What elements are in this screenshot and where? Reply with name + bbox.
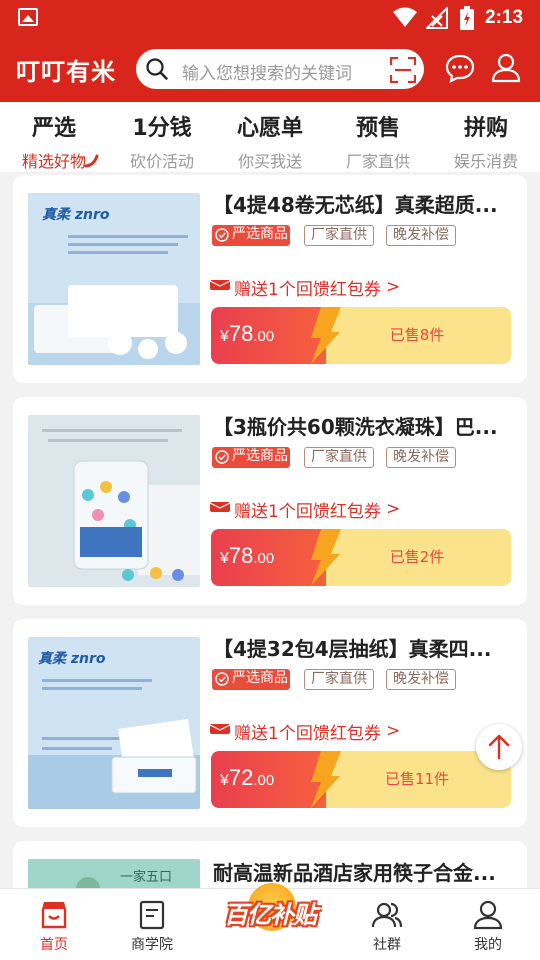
- product-image: 真柔 znro: [28, 193, 200, 365]
- svg-text:真柔 znro: 真柔 znro: [42, 206, 110, 223]
- tab-title: 1分钱: [132, 116, 192, 141]
- tab-presale[interactable]: 预售 厂家直供: [324, 102, 432, 172]
- red-packet-icon: [210, 280, 230, 290]
- price: ¥72.00: [220, 765, 275, 790]
- nav-community[interactable]: 社群: [333, 889, 441, 960]
- price: ¥78.00: [220, 321, 275, 346]
- message-icon[interactable]: [444, 52, 476, 84]
- tab-subtitle: 娱乐消费: [453, 152, 518, 171]
- buy-button[interactable]: ¥78.00 已售2件: [211, 529, 511, 586]
- product-card[interactable]: 真柔 znro 【4提48卷无芯纸】真柔超质... 严选商品 厂家直供 晚发补偿…: [13, 175, 527, 383]
- nav-academy[interactable]: 商学院: [98, 889, 206, 960]
- red-packet-icon: [210, 502, 230, 512]
- picture-icon: [18, 8, 38, 26]
- app-logo: 叮叮有米: [16, 58, 116, 86]
- lightning-icon: [311, 529, 341, 586]
- chevron-right-icon: >: [386, 499, 401, 519]
- nav-subsidy[interactable]: 百亿补贴: [216, 881, 324, 953]
- check-icon: [215, 450, 229, 464]
- bottom-nav: 首页 商学院 百亿补贴 社群 我的: [0, 883, 540, 960]
- status-bar: 2:13: [0, 0, 540, 36]
- category-tabs: 严选 精选好物 1分钱 砍价活动 心愿单 你买我送 预售 厂家直供 拼购 娱乐消…: [0, 102, 540, 172]
- search-input[interactable]: 输入您想搜索的关键词: [182, 59, 374, 84]
- arrow-up-icon: [488, 734, 510, 760]
- signal-icon: [426, 7, 448, 29]
- tab-title: 严选: [31, 116, 76, 141]
- check-icon: [215, 672, 229, 686]
- svg-text:真柔 znro: 真柔 znro: [38, 650, 106, 667]
- back-to-top-button[interactable]: [476, 724, 522, 770]
- tab-subtitle: 厂家直供: [345, 152, 410, 171]
- sold-count: 已售8件: [389, 326, 445, 344]
- buy-button[interactable]: ¥78.00 已售8件: [211, 307, 511, 364]
- tag-factory: 厂家直供: [304, 669, 374, 690]
- tab-subtitle: 砍价活动: [129, 152, 194, 171]
- tab-yanxuan[interactable]: 严选 精选好物: [0, 102, 108, 172]
- svg-text:一家五口: 一家五口: [120, 869, 172, 885]
- tag-late: 晚发补偿: [386, 447, 456, 468]
- user-icon[interactable]: [490, 52, 522, 84]
- person-icon: [473, 900, 503, 930]
- chevron-right-icon: >: [386, 277, 401, 297]
- tag-strict: 严选商品: [212, 669, 290, 690]
- product-image: 真柔 znro: [28, 637, 200, 809]
- book-icon: [139, 900, 165, 930]
- product-title[interactable]: 【4提48卷无芯纸】真柔超质...: [213, 189, 509, 218]
- chevron-right-icon: >: [386, 721, 401, 741]
- tab-bargain[interactable]: 1分钱 砍价活动: [108, 102, 216, 172]
- tag-factory: 厂家直供: [304, 225, 374, 246]
- tab-subtitle: 你买我送: [237, 152, 302, 171]
- scan-icon[interactable]: [390, 57, 416, 83]
- product-image: [28, 415, 200, 587]
- clock: 2:13: [485, 7, 524, 28]
- tag-late: 晚发补偿: [386, 669, 456, 690]
- nav-home[interactable]: 首页: [0, 889, 108, 960]
- buy-button[interactable]: ¥72.00 已售11件: [211, 751, 511, 808]
- shop-icon: [41, 902, 67, 929]
- tab-wishlist[interactable]: 心愿单 你买我送: [216, 102, 324, 172]
- price: ¥78.00: [220, 543, 275, 568]
- tag-factory: 厂家直供: [304, 447, 374, 468]
- app-header: 叮叮有米 输入您想搜索的关键词: [0, 36, 540, 102]
- product-card[interactable]: 【3瓶价共60颗洗衣凝珠】巴... 严选商品 厂家直供 晚发补偿 赠送1个回馈红…: [13, 397, 527, 605]
- tag-strict: 严选商品: [212, 225, 290, 246]
- sold-count: 已售2件: [389, 548, 445, 566]
- tag-strict: 严选商品: [212, 447, 290, 468]
- product-title[interactable]: 【3瓶价共60颗洗衣凝珠】巴...: [213, 411, 509, 440]
- lightning-icon: [311, 751, 341, 808]
- product-title[interactable]: 【4提32包4层抽纸】真柔四...: [213, 633, 509, 662]
- search-bar[interactable]: 输入您想搜索的关键词: [136, 49, 424, 89]
- tag-late: 晚发补偿: [386, 225, 456, 246]
- red-packet-icon: [210, 724, 230, 734]
- battery-icon: [460, 6, 474, 30]
- people-icon: [371, 902, 403, 928]
- product-card[interactable]: 真柔 znro 【4提32包4层抽纸】真柔四... 严选商品 厂家直供 晚发补偿…: [13, 619, 527, 827]
- nav-mine[interactable]: 我的: [434, 889, 540, 960]
- tab-title: 预售: [355, 116, 400, 141]
- wifi-icon: [393, 7, 417, 27]
- search-icon: [146, 58, 168, 80]
- lightning-icon: [311, 307, 341, 364]
- sold-count: 已售11件: [384, 770, 450, 788]
- check-icon: [215, 228, 229, 242]
- tab-title: 心愿单: [236, 116, 303, 141]
- tab-title: 拼购: [463, 116, 508, 141]
- tab-group-buy[interactable]: 拼购 娱乐消费: [432, 102, 540, 172]
- active-indicator: [84, 154, 99, 168]
